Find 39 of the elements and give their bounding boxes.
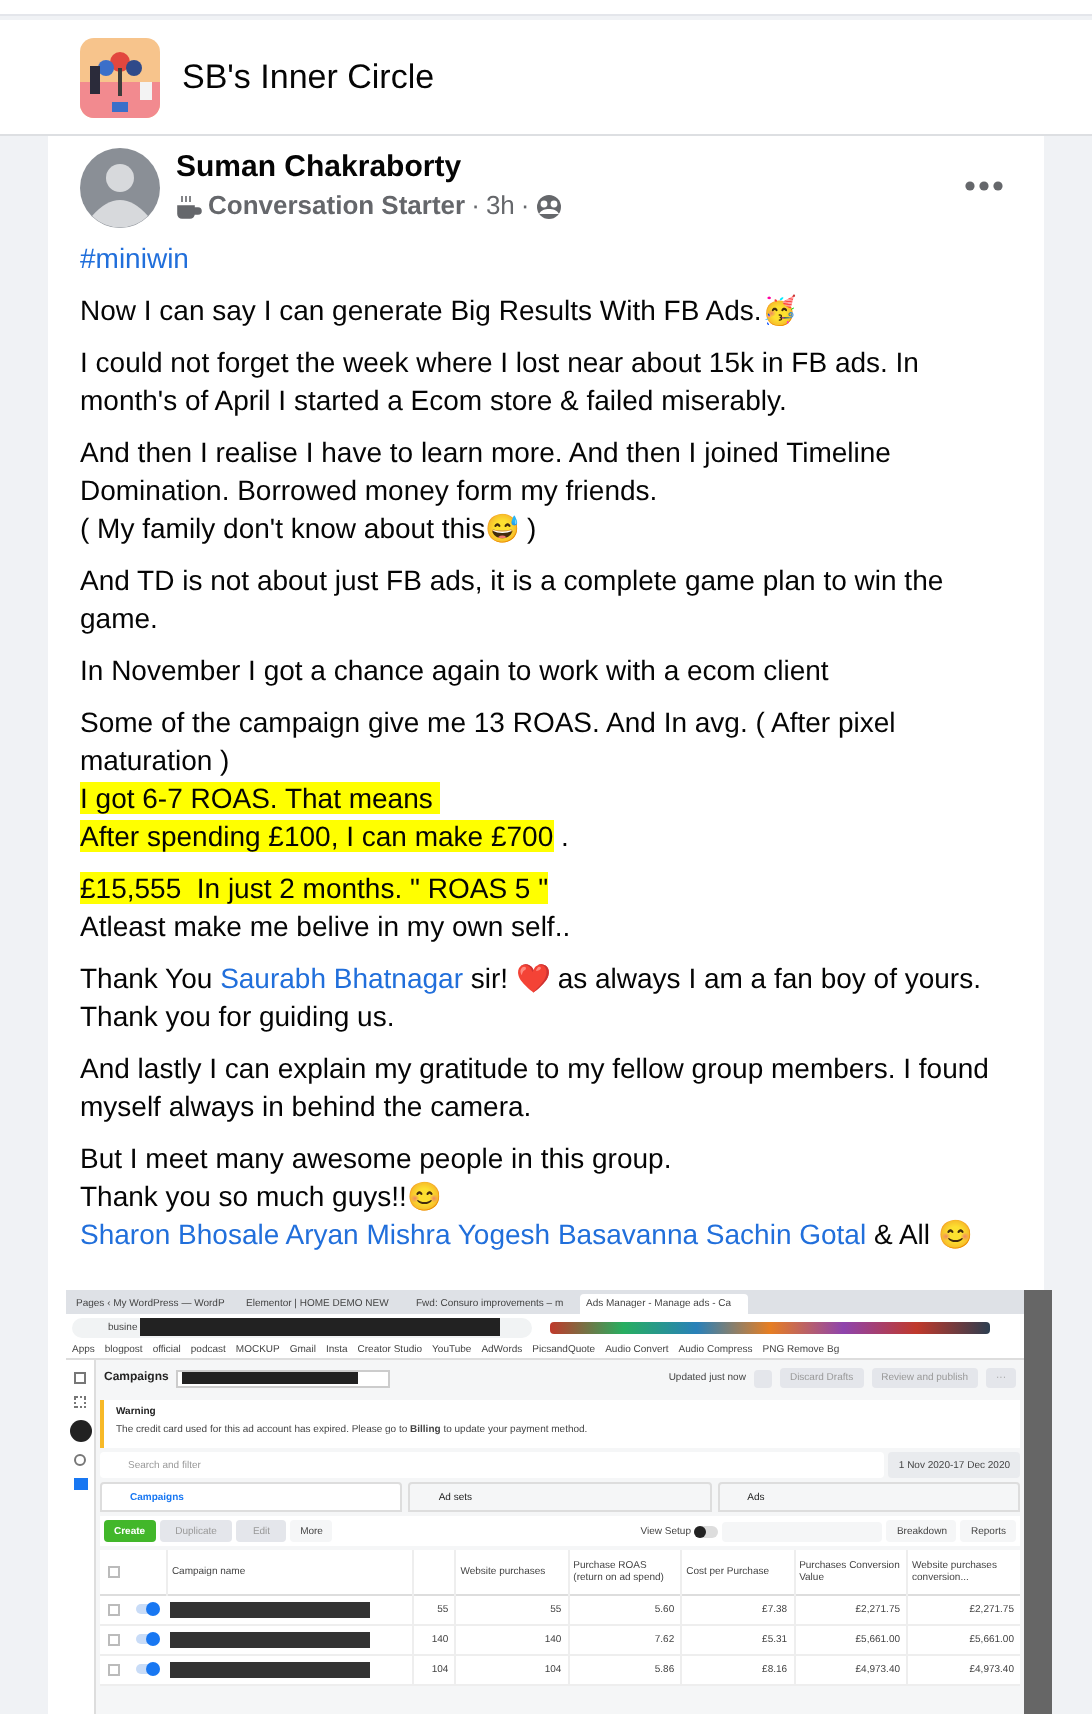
avatar[interactable] — [80, 148, 160, 228]
group-name[interactable]: SB's Inner Circle — [182, 51, 435, 103]
toggle-switch[interactable] — [135, 1634, 159, 1644]
separator-dot: · — [471, 188, 480, 224]
group-privacy-icon[interactable] — [535, 193, 562, 219]
campaign-dropdown[interactable] — [176, 1369, 391, 1387]
post-paragraph: And then I realise I have to learn more. And then I joined Timeline Domination. Borrowed money form my friends. ( My family don't know about this😅 ) — [80, 434, 893, 548]
toggle-switch[interactable] — [135, 1664, 159, 1674]
post-paragraph: And TD is not about just FB ads, it is a complete game plan to win the game. — [80, 562, 946, 638]
toggle-switch[interactable] — [135, 1604, 159, 1614]
table-icon[interactable] — [73, 1478, 87, 1490]
author-name[interactable]: Suman Chakraborty — [176, 148, 964, 188]
post-paragraph: In November I got a chance again to work with a ecom client — [80, 652, 831, 690]
member-status: Conversation Starter — [208, 188, 466, 224]
coffee-cup-icon — [176, 193, 202, 219]
hashtag-link[interactable]: #miniwin — [80, 242, 189, 274]
checkbox[interactable] — [107, 1603, 120, 1615]
mention-link[interactable]: Yogesh Basavanna — [457, 1218, 699, 1250]
post-paragraph: Thank You Saurabh Bhatnagar sir! ❤ as always I am a fan boy of yours. Thank you for guiding us. — [80, 960, 983, 1036]
home-icon[interactable] — [74, 1372, 86, 1384]
view-setup-switch[interactable] — [694, 1525, 719, 1537]
more-options-icon[interactable] — [964, 180, 1004, 192]
separator-dot: · — [520, 188, 530, 224]
post-paragraph: Some of the campaign give me 13 ROAS. And In avg. ( After pixel maturation ) I got 6-7 ROAS. That means After spending £100, I can make £700 . — [80, 704, 898, 856]
checkbox[interactable] — [107, 1633, 120, 1645]
post-paragraph: I could not forget the week where I lost near about 15k in FB ads. In month's of April I started a Ecom store & failed miserably. — [80, 344, 921, 420]
apps-grid-icon[interactable] — [74, 1396, 86, 1408]
post-time[interactable]: 3h — [485, 188, 515, 224]
mention-link[interactable]: Saurabh Bhatnagar — [220, 962, 463, 994]
post-paragraph: Now I can say I can generate Big Results With FB Ads.🥳 — [80, 292, 798, 330]
checkbox[interactable] — [107, 1565, 120, 1578]
mention-link[interactable]: Sharon Bhosale — [80, 1218, 280, 1250]
post-paragraph: But I meet many awesome people in this group. Thank you so much guys!!😊 Sharon Bhosale Aryan Mishra Yogesh Basavanna Sachin Gotal & All 😊 — [80, 1140, 974, 1254]
mention-link[interactable]: Aryan Mishra — [285, 1218, 451, 1250]
post-paragraph: £15,555 In just 2 months. " ROAS 5 " Atleast make me belive in my own self.. — [80, 870, 573, 946]
checkbox[interactable] — [107, 1663, 120, 1675]
post-paragraph: And lastly I can explain my gratitude to my fellow group members. I found myself always in behind the camera. — [80, 1050, 991, 1126]
account-avatar[interactable] — [69, 1420, 91, 1442]
mention-link[interactable]: Sachin Gotal — [705, 1218, 867, 1250]
